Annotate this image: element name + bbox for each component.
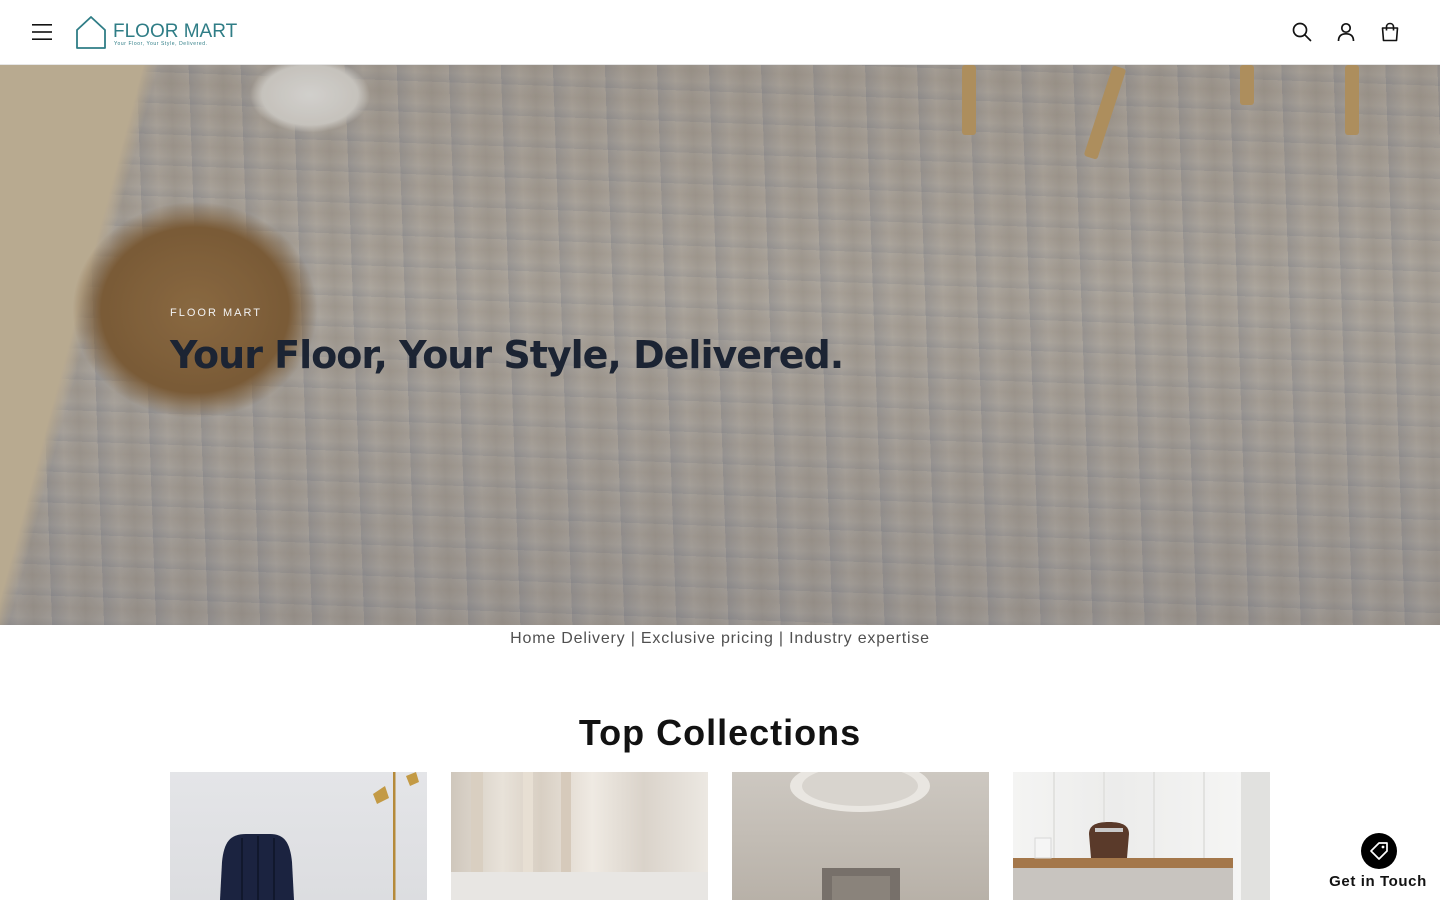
collection-image bbox=[451, 772, 708, 900]
collection-card[interactable] bbox=[732, 772, 989, 900]
menu-icon bbox=[32, 24, 52, 40]
get-in-touch-widget[interactable]: Get in Touch bbox=[1322, 832, 1434, 892]
collection-card[interactable] bbox=[451, 772, 708, 900]
cart-button[interactable] bbox=[1372, 14, 1408, 50]
collection-image bbox=[1013, 772, 1270, 900]
hero-title: Your Floor, Your Style, Delivered. bbox=[170, 333, 844, 377]
logo-name: FLOOR MART bbox=[113, 21, 238, 42]
account-icon bbox=[1337, 22, 1355, 42]
logo-tagline: Your Floor, Your Style, Delivered. bbox=[114, 41, 208, 47]
house-logo-icon bbox=[76, 16, 106, 49]
hero-kicker: FLOOR MART bbox=[170, 307, 262, 319]
account-button[interactable] bbox=[1328, 14, 1364, 50]
collection-card[interactable] bbox=[1013, 772, 1270, 900]
collections-title: Top Collections bbox=[578, 712, 862, 753]
site-header: FLOOR MART Your Floor, Your Style, Deliv… bbox=[0, 0, 1440, 65]
collection-card[interactable] bbox=[170, 772, 427, 900]
site-logo[interactable]: FLOOR MART Your Floor, Your Style, Deliv… bbox=[74, 14, 237, 50]
contact-label[interactable]: Get in Touch bbox=[1322, 873, 1434, 890]
search-icon bbox=[1292, 22, 1312, 42]
tag-icon bbox=[1370, 842, 1388, 860]
search-button[interactable] bbox=[1284, 14, 1320, 50]
collection-image bbox=[220, 772, 419, 900]
collection-image bbox=[790, 772, 930, 900]
contact-bubble[interactable] bbox=[1361, 833, 1397, 869]
features-text: Home Delivery | Exclusive pricing | Indu… bbox=[510, 630, 930, 647]
hero-banner: FLOOR MART Your Floor, Your Style, Deliv… bbox=[0, 65, 1440, 625]
menu-button[interactable] bbox=[24, 14, 60, 50]
cart-icon bbox=[1381, 22, 1399, 42]
